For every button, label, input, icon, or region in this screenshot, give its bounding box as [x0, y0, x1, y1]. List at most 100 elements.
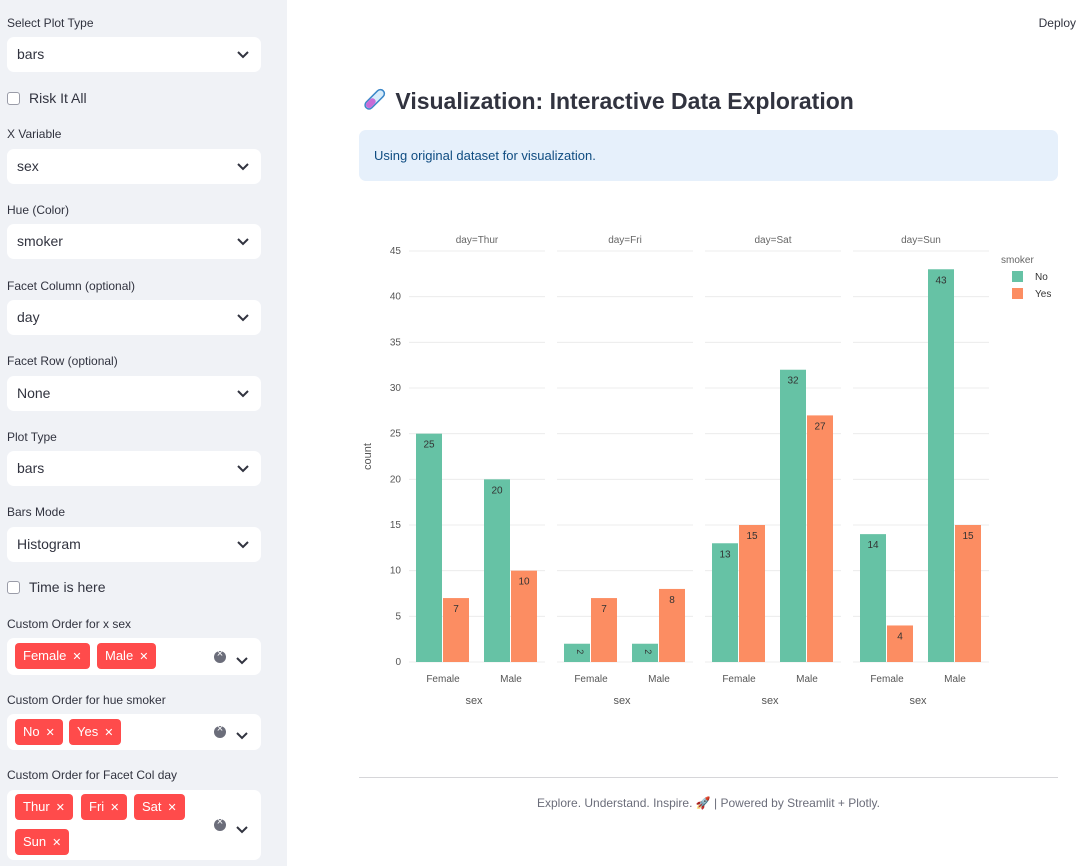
bars-mode-dropdown[interactable]: Histogram — [7, 527, 261, 562]
bar-yes — [739, 525, 765, 662]
plot-type-dropdown[interactable]: bars — [7, 451, 261, 486]
chevron-down-icon[interactable] — [236, 727, 248, 745]
bar-no — [712, 543, 738, 662]
legend-title: smoker — [1001, 255, 1034, 266]
x-axis-title: sex — [761, 695, 779, 707]
chevron-down-icon — [237, 224, 249, 259]
tag-label: Yes — [77, 724, 99, 739]
divider — [359, 777, 1058, 778]
bar-no — [416, 433, 442, 662]
select-plot-type-dropdown[interactable]: bars — [7, 37, 261, 72]
tag-yes[interactable]: Yes ✕ — [69, 719, 122, 745]
tag-sat[interactable]: Sat ✕ — [134, 794, 185, 820]
clear-all-icon[interactable] — [214, 723, 226, 738]
facet-column-dropdown[interactable]: day — [7, 300, 261, 335]
y-tick-label: 35 — [390, 337, 402, 348]
chevron-down-icon — [237, 527, 249, 562]
bar-no — [928, 269, 954, 662]
tag-female[interactable]: Female ✕ — [15, 643, 90, 669]
data-label: 32 — [787, 376, 799, 387]
bars-mode-value: Histogram — [17, 536, 81, 552]
remove-tag-icon[interactable]: ✕ — [72, 651, 81, 663]
x-variable-value: sex — [17, 158, 39, 174]
tag-label: Sat — [142, 799, 162, 814]
facet-title: day=Thur — [456, 235, 499, 246]
tag-label: Fri — [89, 799, 105, 814]
x-variable-label: X Variable — [7, 127, 62, 141]
tag-fri[interactable]: Fri ✕ — [81, 794, 128, 820]
data-label: 2 — [643, 649, 653, 654]
facet-title: day=Sun — [901, 235, 941, 246]
tag-no[interactable]: No ✕ — [15, 719, 63, 745]
x-tick-label: Male — [944, 674, 966, 685]
chevron-down-icon — [237, 37, 249, 72]
checkbox-box[interactable] — [7, 580, 20, 594]
clear-all-icon[interactable] — [214, 816, 226, 831]
tag-sun[interactable]: Sun ✕ — [15, 829, 70, 855]
x-tick-label: Female — [870, 674, 904, 685]
faceted-bar-chart[interactable]: 0 5 10 15 20 25 30 35 40 45 count day=Thur 25 7 Female… — [355, 220, 1060, 720]
select-plot-type-value: bars — [17, 46, 45, 62]
page-title-text: Visualization: Interactive Data Explorat… — [395, 88, 854, 114]
remove-tag-icon[interactable]: ✕ — [52, 837, 61, 849]
x-axis-title: sex — [909, 695, 927, 707]
checkbox-box[interactable] — [7, 91, 20, 105]
bar-no — [484, 479, 510, 662]
facet-column-value: day — [17, 309, 40, 325]
data-label: 4 — [897, 631, 903, 642]
chevron-down-icon[interactable] — [236, 652, 248, 670]
hue-dropdown[interactable]: smoker — [7, 224, 261, 259]
remove-tag-icon[interactable]: ✕ — [56, 802, 65, 814]
bar-yes — [807, 415, 833, 662]
clear-all-icon[interactable] — [214, 648, 226, 663]
legend-swatch — [1012, 288, 1023, 299]
x-tick-label: Female — [574, 674, 608, 685]
legend-label: No — [1035, 272, 1048, 283]
remove-tag-icon[interactable]: ✕ — [104, 727, 113, 739]
risk-it-all-checkbox[interactable]: Risk It All — [7, 90, 87, 106]
facet-row-label: Facet Row (optional) — [7, 354, 118, 368]
data-label: 13 — [719, 549, 731, 560]
data-label: 15 — [962, 531, 974, 542]
remove-tag-icon[interactable]: ✕ — [168, 802, 177, 814]
remove-tag-icon[interactable]: ✕ — [46, 727, 55, 739]
order-facet-label: Custom Order for Facet Col day — [7, 768, 178, 782]
y-tick-label: 40 — [390, 292, 402, 303]
tag-thur[interactable]: Thur ✕ — [15, 794, 73, 820]
chevron-down-icon — [237, 376, 249, 411]
x-tick-label: Female — [722, 674, 756, 685]
facet-row-value: None — [17, 385, 51, 401]
chevron-down-icon — [237, 149, 249, 184]
data-label: 8 — [669, 595, 675, 606]
y-tick-label: 45 — [390, 246, 402, 257]
y-axis-title: count — [362, 443, 374, 470]
chevron-down-icon — [237, 451, 249, 486]
remove-tag-icon[interactable]: ✕ — [110, 802, 119, 814]
plot-type-label: Plot Type — [7, 430, 57, 444]
select-plot-type-label: Select Plot Type — [7, 16, 94, 30]
tag-male[interactable]: Male ✕ — [97, 643, 157, 669]
bars-mode-label: Bars Mode — [7, 505, 66, 519]
order-hue-multiselect[interactable]: No ✕ Yes ✕ — [7, 714, 261, 750]
facet-row-dropdown[interactable]: None — [7, 376, 261, 411]
deploy-button[interactable]: Deploy — [1039, 16, 1076, 30]
order-facet-multiselect[interactable]: Thur ✕ Fri ✕ Sat ✕ Sun ✕ — [7, 790, 261, 860]
y-tick-label: 15 — [390, 520, 402, 531]
chevron-down-icon[interactable] — [236, 821, 248, 839]
x-variable-dropdown[interactable]: sex — [7, 149, 261, 184]
data-label: 7 — [601, 604, 607, 615]
data-label: 2 — [575, 649, 585, 654]
bar-yes — [955, 525, 981, 662]
facet-title: day=Fri — [608, 235, 642, 246]
sidebar: Select Plot Type bars Risk It All X Vari… — [0, 0, 287, 866]
footer-text: Explore. Understand. Inspire. 🚀 | Powere… — [537, 796, 880, 810]
order-x-multiselect[interactable]: Female ✕ Male ✕ — [7, 638, 261, 675]
time-is-here-checkbox[interactable]: Time is here — [7, 579, 106, 595]
x-tick-label: Male — [500, 674, 522, 685]
tag-label: No — [23, 724, 40, 739]
y-tick-label: 10 — [390, 566, 402, 577]
test-tube-icon — [364, 88, 386, 110]
chevron-down-icon — [237, 300, 249, 335]
data-label: 10 — [518, 577, 530, 588]
remove-tag-icon[interactable]: ✕ — [139, 651, 148, 663]
